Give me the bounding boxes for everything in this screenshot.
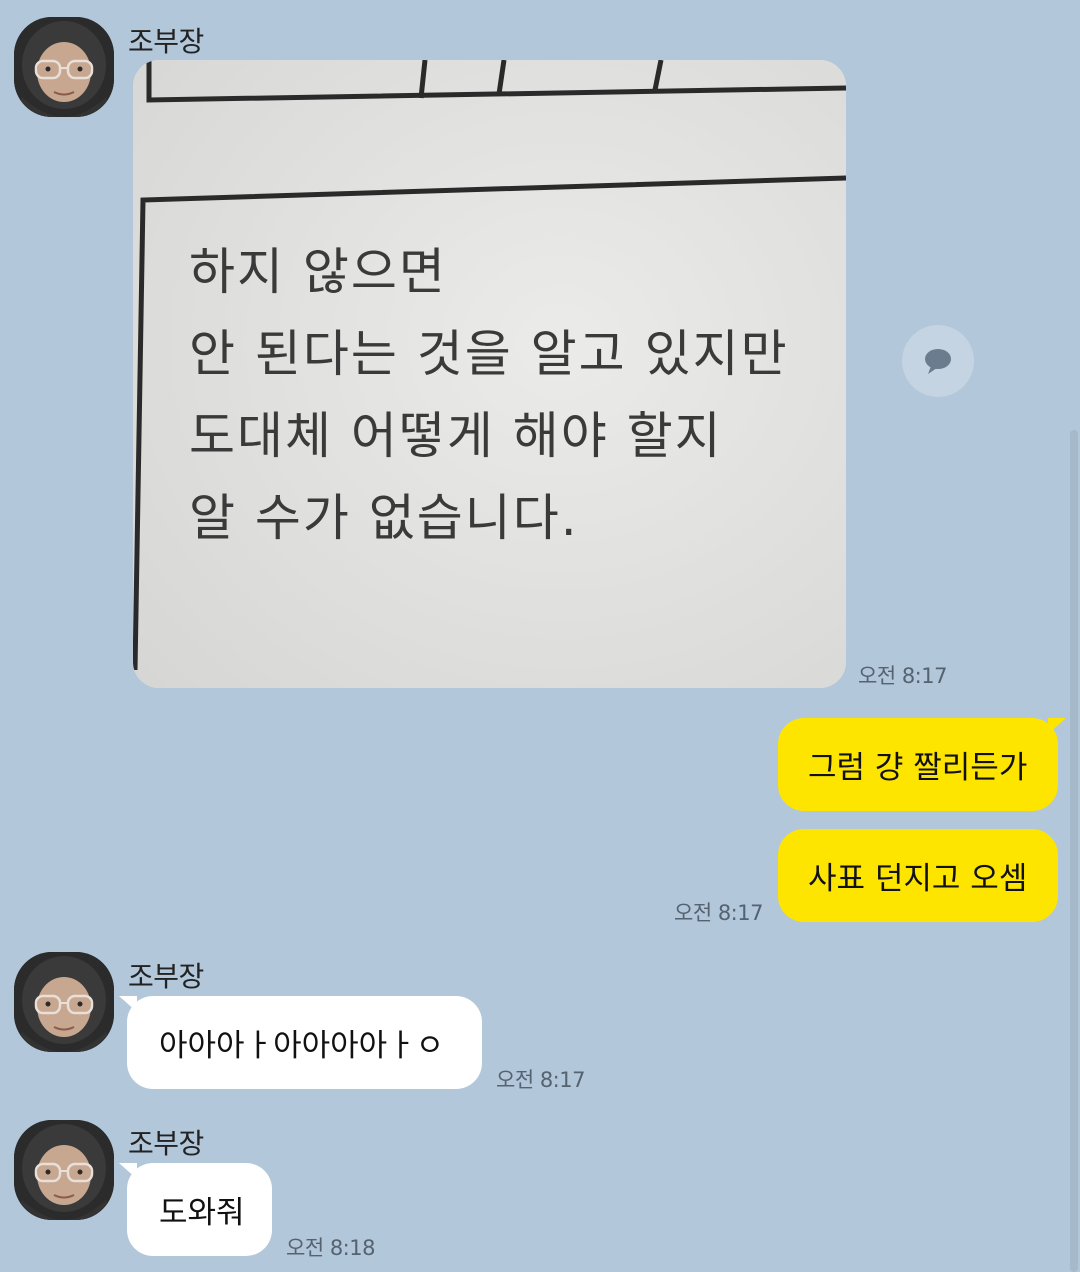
avatar[interactable] xyxy=(14,1120,114,1220)
message-time: 오전 8:17 xyxy=(496,1068,585,1092)
image-message[interactable]: 하지 않으면 안 된다는 것을 알고 있지만 도대체 어떻게 해야 할지 알 수… xyxy=(133,60,846,688)
share-speech-bubble-icon xyxy=(925,349,951,374)
image-text-line: 하지 않으면 xyxy=(189,243,447,301)
scrollbar[interactable] xyxy=(1070,430,1078,1272)
share-button[interactable] xyxy=(902,325,974,397)
message-text: 도와줘 xyxy=(159,1195,245,1231)
message-text: 아아아ㅏ아아아아ㅏㅇ xyxy=(159,1028,445,1064)
image-text-line: 도대체 어떻게 해야 할지 xyxy=(189,407,723,465)
message-time: 오전 8:17 xyxy=(858,664,947,688)
message-time: 오전 8:17 xyxy=(674,901,763,925)
sender-name: 조부장 xyxy=(128,960,204,993)
incoming-message[interactable]: 도와줘 xyxy=(119,1163,272,1256)
image-text-line: 알 수가 없습니다. xyxy=(189,489,579,547)
sender-name: 조부장 xyxy=(128,25,204,58)
avatar[interactable] xyxy=(14,17,114,117)
sender-name: 조부장 xyxy=(128,1127,204,1160)
message-time: 오전 8:18 xyxy=(286,1236,375,1260)
message-text: 사표 던지고 오셈 xyxy=(808,861,1028,897)
message-text: 그럼 걍 짤리든가 xyxy=(808,750,1028,786)
outgoing-message[interactable]: 그럼 걍 짤리든가 xyxy=(778,718,1066,811)
outgoing-message[interactable]: 사표 던지고 오셈 xyxy=(778,829,1058,922)
incoming-message[interactable]: 아아아ㅏ아아아아ㅏㅇ xyxy=(119,996,482,1089)
image-text-line: 안 된다는 것을 알고 있지만 xyxy=(189,325,789,383)
avatar[interactable] xyxy=(14,952,114,1052)
